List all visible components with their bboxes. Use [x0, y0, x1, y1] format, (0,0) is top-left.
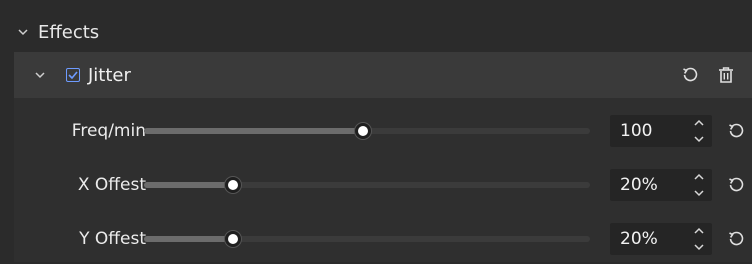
slider-fill — [144, 182, 234, 188]
param-slider[interactable] — [144, 231, 590, 247]
slider-fill — [144, 236, 234, 242]
effect-parameters: Freq/min 100 X Offest 20% Y Offest 20% — [14, 98, 752, 262]
chevron-down-icon[interactable] — [30, 71, 50, 79]
stepper-icon[interactable] — [692, 119, 706, 143]
reset-icon[interactable] — [726, 175, 746, 195]
param-row: Freq/min 100 — [14, 106, 752, 156]
param-value: 20% — [620, 175, 658, 195]
trash-icon[interactable] — [716, 65, 736, 85]
param-value-field[interactable]: 100 — [610, 115, 712, 147]
param-value-field[interactable]: 20% — [610, 223, 712, 255]
stepper-up-icon[interactable] — [694, 119, 704, 126]
slider-handle[interactable] — [354, 123, 371, 139]
stepper-icon[interactable] — [692, 227, 706, 251]
param-slider[interactable] — [144, 177, 590, 193]
slider-fill — [144, 128, 363, 134]
param-label: Freq/min — [71, 121, 146, 141]
stepper-down-icon[interactable] — [694, 136, 704, 143]
chevron-down-icon[interactable] — [12, 28, 34, 36]
effect-header-jitter[interactable]: Jitter — [14, 52, 752, 98]
stepper-down-icon[interactable] — [694, 190, 704, 197]
checkmark-icon — [68, 71, 78, 79]
effect-enabled-checkbox[interactable] — [66, 68, 80, 82]
param-label: Y Offest — [79, 229, 146, 249]
param-row: Y Offest 20% — [14, 214, 752, 264]
slider-handle[interactable] — [225, 231, 242, 247]
effect-actions — [680, 65, 736, 85]
param-value: 20% — [620, 229, 658, 249]
param-slider[interactable] — [144, 123, 590, 139]
stepper-down-icon[interactable] — [694, 244, 704, 251]
section-title: Effects — [38, 21, 100, 43]
reset-icon[interactable] — [726, 229, 746, 249]
slider-handle[interactable] — [225, 177, 242, 193]
stepper-up-icon[interactable] — [694, 227, 704, 234]
param-row: X Offest 20% — [14, 160, 752, 210]
effects-panel: Effects Jitter Freq/min 100 X Offest 20%… — [0, 0, 752, 262]
effect-name: Jitter — [88, 64, 131, 86]
stepper-icon[interactable] — [692, 173, 706, 197]
reset-icon[interactable] — [680, 65, 700, 85]
param-label: X Offest — [77, 175, 146, 195]
reset-icon[interactable] — [726, 121, 746, 141]
effects-section-header[interactable]: Effects — [0, 12, 752, 52]
param-value-field[interactable]: 20% — [610, 169, 712, 201]
stepper-up-icon[interactable] — [694, 173, 704, 180]
param-value: 100 — [620, 121, 653, 141]
